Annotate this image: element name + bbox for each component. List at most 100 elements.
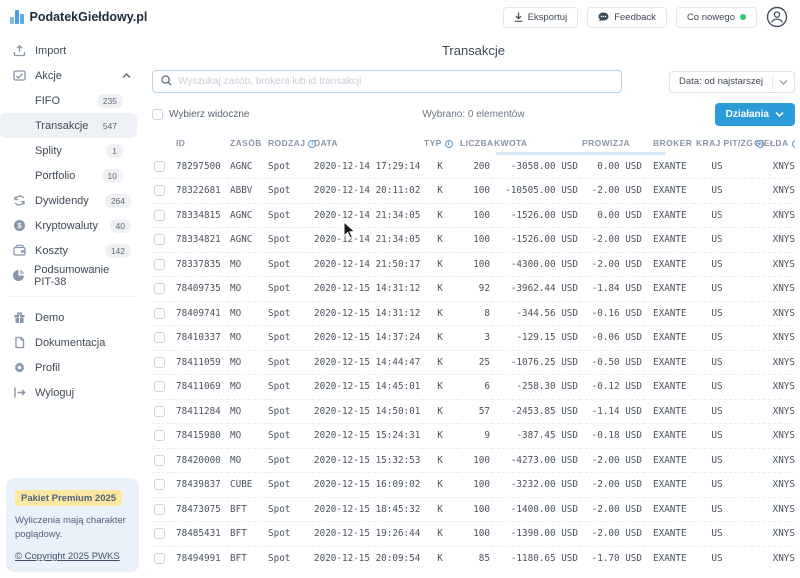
sidebar-item-profil[interactable]: Profil xyxy=(0,355,145,380)
cell-typ: K xyxy=(422,179,458,204)
sidebar-item-fifo[interactable]: FIFO 235 xyxy=(0,88,137,113)
copyright-link[interactable]: © Copyright 2025 PWKS xyxy=(15,551,120,562)
feedback-button[interactable]: Feedback xyxy=(587,7,667,28)
actions-button[interactable]: Działania xyxy=(715,103,795,126)
sidebar-item-portfolio[interactable]: Portfolio 10 xyxy=(0,163,137,188)
cell-kwota: -3058.00 USD xyxy=(492,154,580,179)
cell-gie-da: XNYS xyxy=(752,179,795,204)
table-row[interactable]: 78411059MOSpot2020-12-15 14:44:47K25-107… xyxy=(152,350,795,375)
column-header-prowizja[interactable]: PROWIZJA xyxy=(580,131,644,154)
sidebar-item-import[interactable]: Import xyxy=(0,38,145,63)
column-header-kwota[interactable]: KWOTA xyxy=(492,131,580,154)
cell-kraj-pit-zg: US xyxy=(694,301,752,326)
column-header-liczba[interactable]: LICZBA xyxy=(458,131,492,154)
cell-liczba: 100 xyxy=(458,252,492,277)
table-row[interactable]: 78337835MOSpot2020-12-14 21:50:17K100-43… xyxy=(152,252,795,277)
column-header-gie-da[interactable]: GIEŁDAi xyxy=(752,131,795,154)
row-checkbox[interactable] xyxy=(154,504,165,515)
select-visible-checkbox[interactable] xyxy=(152,109,163,120)
sidebar-item-wyloguj[interactable]: Wyloguj xyxy=(0,380,145,405)
select-visible-control[interactable]: Wybierz widoczne xyxy=(152,109,250,120)
actions-label: Działania xyxy=(726,109,769,120)
column-header-data[interactable]: DATA xyxy=(312,131,422,154)
avatar[interactable] xyxy=(766,6,788,28)
search-input[interactable] xyxy=(178,76,613,87)
cell-kraj-pit-zg: US xyxy=(694,277,752,302)
table-row[interactable]: 78485431BFTSpot2020-12-15 19:26:44K100-1… xyxy=(152,522,795,547)
cell-gie-da: XNYS xyxy=(752,350,795,375)
cell-rodzaj: Spot xyxy=(266,203,312,228)
info-icon[interactable]: i xyxy=(792,140,795,148)
sidebar-item-dywidendy[interactable]: Dywidendy 264 xyxy=(0,188,145,213)
cell-rodzaj: Spot xyxy=(266,497,312,522)
cell-kwota: -4300.00 USD xyxy=(492,252,580,277)
sidebar-item-akcje[interactable]: Akcje xyxy=(0,63,145,88)
row-checkbox[interactable] xyxy=(154,528,165,539)
sidebar-item-kryptowaluty[interactable]: $ Kryptowaluty 40 xyxy=(0,213,145,238)
stocks-icon xyxy=(12,69,26,82)
table-row[interactable]: 78473075BFTSpot2020-12-15 18:45:32K100-1… xyxy=(152,497,795,522)
row-checkbox[interactable] xyxy=(154,234,165,245)
table-row[interactable]: 78297500AGNCSpot2020-12-14 17:29:14K200-… xyxy=(152,154,795,179)
table-row[interactable]: 78409735MOSpot2020-12-15 14:31:12K92-396… xyxy=(152,277,795,302)
page-title: Transakcje xyxy=(152,43,795,58)
row-checkbox[interactable] xyxy=(154,357,165,368)
chevron-up-icon[interactable] xyxy=(122,73,131,79)
cell-data: 2020-12-15 18:45:32 xyxy=(312,497,422,522)
export-button[interactable]: Eksportuj xyxy=(503,7,579,28)
column-label: LICZBA xyxy=(460,138,494,148)
table-row[interactable]: 78409741MOSpot2020-12-15 14:31:12K8-344.… xyxy=(152,301,795,326)
table-row[interactable]: 78411069MOSpot2020-12-15 14:45:01K6-258.… xyxy=(152,375,795,400)
table-row[interactable]: 78322681ABBVSpot2020-12-14 20:11:02K100-… xyxy=(152,179,795,204)
whats-new-button[interactable]: Co nowego xyxy=(676,7,757,28)
cell-gie-da: XNYS xyxy=(752,203,795,228)
column-header-kraj-pit-zg[interactable]: KRAJ PIT/ZGi xyxy=(694,131,752,154)
column-header-zas-b[interactable]: ZASÓB xyxy=(228,131,266,154)
row-checkbox[interactable] xyxy=(154,210,165,221)
row-checkbox[interactable] xyxy=(154,553,165,564)
row-checkbox[interactable] xyxy=(154,259,165,270)
sidebar-item-splity[interactable]: Splity 1 xyxy=(0,138,137,163)
row-checkbox[interactable] xyxy=(154,430,165,441)
sidebar-item-podsumowanie-pit-38[interactable]: Podsumowanie PIT-38 xyxy=(0,263,145,288)
row-checkbox[interactable] xyxy=(154,161,165,172)
row-checkbox[interactable] xyxy=(154,479,165,490)
table-row[interactable]: 78415980MOSpot2020-12-15 15:24:31K9-387.… xyxy=(152,424,795,449)
table-row[interactable]: 78494991BFTSpot2020-12-15 20:09:54K85-11… xyxy=(152,546,795,571)
row-checkbox[interactable] xyxy=(154,406,165,417)
table-row[interactable]: 78411284MOSpot2020-12-15 14:50:01K57-245… xyxy=(152,399,795,424)
dividends-icon xyxy=(12,194,26,207)
table-row[interactable]: 78334821AGNCSpot2020-12-14 21:34:05K100-… xyxy=(152,228,795,253)
chevron-down-icon xyxy=(772,75,794,89)
row-checkbox[interactable] xyxy=(154,455,165,466)
count-badge: 142 xyxy=(105,244,131,258)
column-header-rodzaj[interactable]: RODZAJi xyxy=(266,131,312,154)
row-checkbox[interactable] xyxy=(154,332,165,343)
column-header-typ[interactable]: TYPi xyxy=(422,131,458,154)
table-row[interactable]: 78420000MOSpot2020-12-15 15:32:53K100-42… xyxy=(152,448,795,473)
column-header-id[interactable]: ID xyxy=(174,131,228,154)
cell-data: 2020-12-14 17:29:14 xyxy=(312,154,422,179)
table-row[interactable]: 78410337MOSpot2020-12-15 14:37:24K3-129.… xyxy=(152,326,795,351)
cell-broker: EXANTE xyxy=(644,154,694,179)
sidebar-item-koszty[interactable]: Koszty 142 xyxy=(0,238,145,263)
sidebar-item-demo[interactable]: Demo xyxy=(0,305,145,330)
sidebar-item-dokumentacja[interactable]: Dokumentacja xyxy=(0,330,145,355)
row-checkbox[interactable] xyxy=(154,308,165,319)
cell-kraj-pit-zg: US xyxy=(694,252,752,277)
row-checkbox[interactable] xyxy=(154,283,165,294)
table-row[interactable]: 78334815AGNCSpot2020-12-14 21:34:05K100-… xyxy=(152,203,795,228)
horizontal-scroll-indicator[interactable] xyxy=(496,152,666,155)
row-checkbox[interactable] xyxy=(154,381,165,392)
info-icon[interactable]: i xyxy=(445,140,453,148)
column-header-broker[interactable]: BROKER xyxy=(644,131,694,154)
brand-logo[interactable]: PodatekGiełdowy.pl xyxy=(10,10,147,24)
sort-dropdown[interactable]: Data: od najstarszej xyxy=(669,71,795,93)
top-bar: PodatekGiełdowy.pl Eksportuj Feedback Co… xyxy=(0,0,800,34)
cell-broker: EXANTE xyxy=(644,203,694,228)
row-checkbox[interactable] xyxy=(154,185,165,196)
cell-rodzaj: Spot xyxy=(266,277,312,302)
checkbox-cell xyxy=(152,179,174,204)
sidebar-item-transakcje[interactable]: Transakcje 547 xyxy=(0,113,137,138)
table-row[interactable]: 78439837CUBESpot2020-12-15 16:09:02K100-… xyxy=(152,473,795,498)
